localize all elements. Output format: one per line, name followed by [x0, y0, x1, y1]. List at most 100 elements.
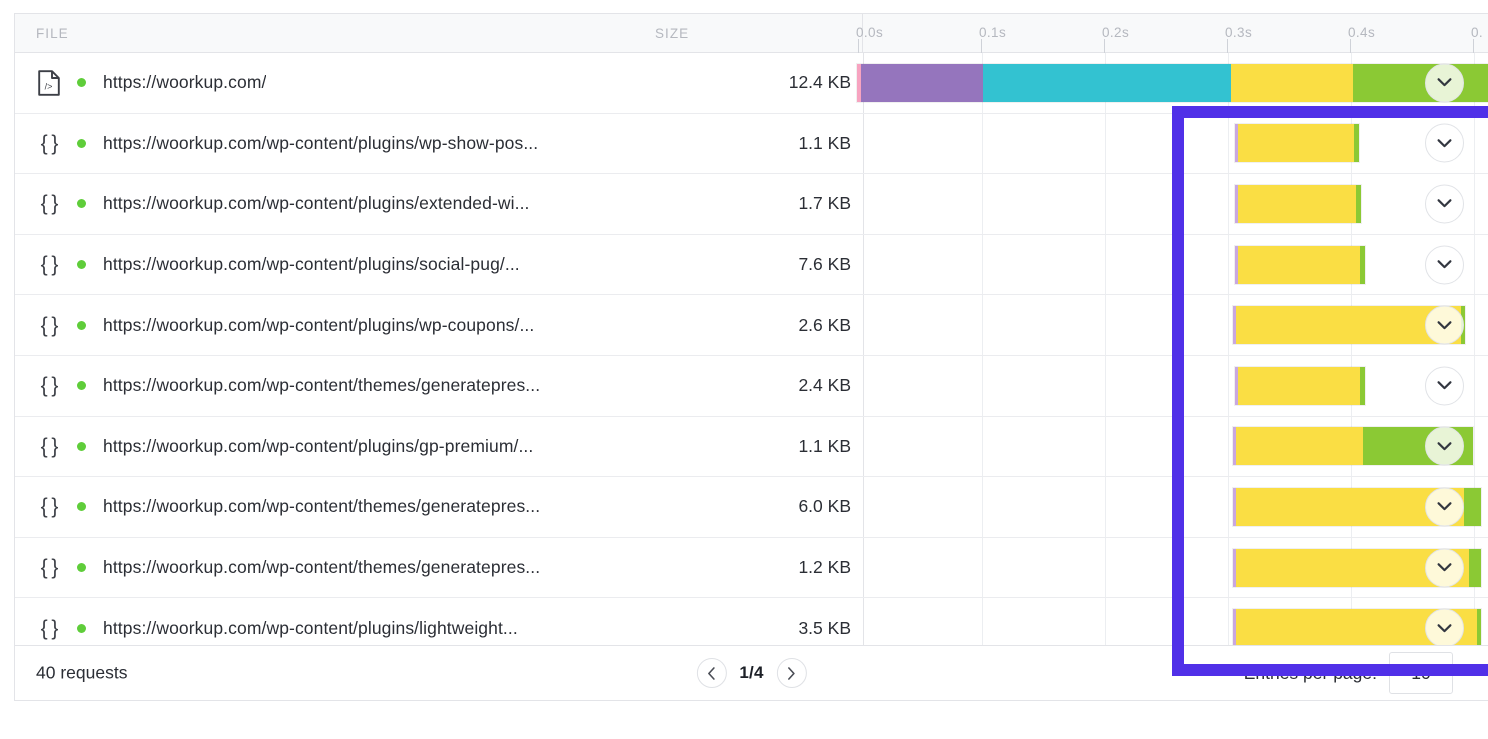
waterfall-bar[interactable] [1235, 124, 1359, 162]
table-row[interactable]: { } https://woorkup.com/wp-content/themes… [15, 477, 1488, 538]
waterfall-segment-dns [861, 64, 983, 102]
timeline-tick-label: 0.3s [1225, 25, 1252, 40]
waterfall-bar[interactable] [857, 64, 1488, 102]
timeline-gridline [982, 295, 983, 355]
timeline-tick-mark [1227, 39, 1228, 53]
chevron-down-icon [1437, 623, 1452, 633]
file-cell: { } https://woorkup.com/wp-content/themes… [15, 477, 655, 537]
timeline-ruler: 0.0s0.1s0.2s0.3s0.4s0. [15, 14, 1488, 52]
entries-per-page-input[interactable]: 10 [1389, 652, 1453, 694]
table-row[interactable]: { }https://woorkup.com/wp-content/plugin… [15, 417, 1488, 478]
timeline-gridline [1228, 538, 1229, 598]
timeline-tick-label: 0. [1471, 25, 1483, 40]
waterfall-segment-receive [1464, 488, 1481, 526]
waterfall-bar[interactable] [1235, 246, 1365, 284]
timeline-gridline [1228, 477, 1229, 537]
file-cell: /> https://woorkup.com/ [15, 53, 655, 113]
file-url[interactable]: https://woorkup.com/wp-content/themes/ge… [103, 375, 540, 396]
waterfall-cell [863, 174, 1488, 234]
timeline-gridline [982, 538, 983, 598]
waterfall-bar[interactable] [1235, 367, 1365, 405]
file-url[interactable]: https://woorkup.com/wp-content/themes/ge… [103, 557, 540, 578]
waterfall-cell [863, 295, 1488, 355]
timeline-gridline [1474, 356, 1475, 416]
waterfall-screen: FILE SIZE 0.0s0.1s0.2s0.3s0.4s0. />https… [0, 0, 1488, 739]
braces-glyph: { } [41, 496, 58, 517]
status-dot [77, 442, 86, 451]
expand-row-button[interactable] [1425, 366, 1464, 405]
svg-text:/>: /> [45, 81, 53, 91]
timeline-tick-label: 0.0s [856, 25, 883, 40]
file-url[interactable]: https://woorkup.com/wp-content/plugins/s… [103, 254, 520, 275]
file-url[interactable]: https://woorkup.com/wp-content/plugins/e… [103, 193, 530, 214]
timeline-gridline [1474, 235, 1475, 295]
size-cell: 1.7 KB [655, 174, 863, 234]
file-url[interactable]: https://woorkup.com/wp-content/plugins/l… [103, 618, 518, 639]
timeline-gridline [1105, 114, 1106, 174]
braces-glyph: { } [41, 557, 58, 578]
table-row[interactable]: { }https://woorkup.com/wp-content/plugin… [15, 174, 1488, 235]
waterfall-segment-receive [1360, 246, 1365, 284]
waterfall-segment-receive [1354, 124, 1359, 162]
timeline-gridline [982, 417, 983, 477]
expand-row-button[interactable] [1425, 124, 1464, 163]
file-url[interactable]: https://woorkup.com/wp-content/plugins/g… [103, 436, 533, 457]
size-cell: 1.1 KB [655, 114, 863, 174]
table-row[interactable]: { }https://woorkup.com/wp-content/themes… [15, 356, 1488, 417]
table-row[interactable]: { } https://woorkup.com/wp-content/plugin… [15, 295, 1488, 356]
file-url[interactable]: https://woorkup.com/wp-content/themes/ge… [103, 496, 540, 517]
table-row[interactable]: { } https://woorkup.com/wp-content/themes… [15, 538, 1488, 599]
waterfall-segment-receive [1477, 609, 1481, 647]
json-braces-icon: { } [36, 312, 62, 338]
waterfall-segment-wait [1238, 124, 1354, 162]
status-dot [77, 502, 86, 511]
timeline-gridline [982, 477, 983, 537]
timeline-tick-label: 0.1s [979, 25, 1006, 40]
file-url[interactable]: https://woorkup.com/wp-content/plugins/w… [103, 133, 538, 154]
json-braces-icon: { } [36, 615, 62, 641]
expand-row-button[interactable] [1425, 184, 1464, 223]
chevron-right-icon [787, 667, 796, 680]
file-url[interactable]: https://woorkup.com/ [103, 72, 266, 93]
expand-row-button[interactable] [1425, 63, 1464, 102]
chevron-down-icon [1437, 260, 1452, 270]
table-row[interactable]: { } https://woorkup.com/wp-content/plugin… [15, 114, 1488, 175]
timeline-gridline [1105, 235, 1106, 295]
waterfall-bar[interactable] [1235, 185, 1361, 223]
expand-row-button[interactable] [1425, 245, 1464, 284]
waterfall-segment-receive [1469, 549, 1481, 587]
table-row[interactable]: /> https://woorkup.com/12.4 KB [15, 53, 1488, 114]
json-braces-icon: { } [36, 130, 62, 156]
next-page-button[interactable] [777, 658, 807, 688]
waterfall-segment-connect [983, 64, 1231, 102]
timeline-gridline [1474, 174, 1475, 234]
size-cell: 2.4 KB [655, 356, 863, 416]
timeline-gridline [1228, 114, 1229, 174]
chevron-down-icon [1437, 199, 1452, 209]
file-url[interactable]: https://woorkup.com/wp-content/plugins/w… [103, 315, 534, 336]
timeline-tick-label: 0.2s [1102, 25, 1129, 40]
status-dot [77, 78, 86, 87]
entries-per-page-label: Entries per page: [1244, 663, 1377, 684]
waterfall-segment-wait [1238, 246, 1360, 284]
timeline-gridline [1474, 114, 1475, 174]
expand-row-button[interactable] [1425, 427, 1464, 466]
file-cell: { } https://woorkup.com/wp-content/plugin… [15, 114, 655, 174]
file-cell: { } https://woorkup.com/wp-content/plugin… [15, 295, 655, 355]
expand-row-button[interactable] [1425, 487, 1464, 526]
expand-row-button[interactable] [1425, 609, 1464, 648]
table-row[interactable]: { }https://woorkup.com/wp-content/plugin… [15, 235, 1488, 296]
file-cell: { }https://woorkup.com/wp-content/themes… [15, 356, 655, 416]
expand-row-button[interactable] [1425, 548, 1464, 587]
timeline-gridline [1228, 356, 1229, 416]
size-cell: 12.4 KB [655, 53, 863, 113]
html-document-icon: /> [36, 70, 62, 96]
timeline-tick-mark [1104, 39, 1105, 53]
expand-row-button[interactable] [1425, 306, 1464, 345]
chevron-down-icon [1437, 563, 1452, 573]
timeline-gridline [1228, 417, 1229, 477]
timeline-gridline [1105, 356, 1106, 416]
page-indicator: 1/4 [739, 663, 763, 683]
timeline-gridline [1105, 174, 1106, 234]
prev-page-button[interactable] [696, 658, 726, 688]
